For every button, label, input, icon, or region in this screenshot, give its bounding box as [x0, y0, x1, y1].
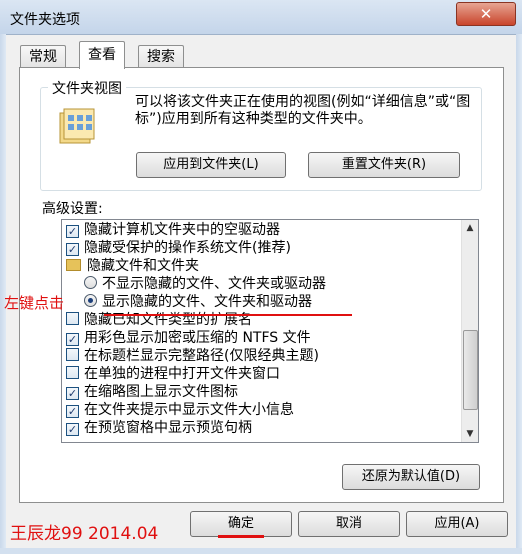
watermark: 王辰龙99 2014.04	[10, 524, 159, 544]
annotation-left-click: 左键点击	[4, 294, 65, 312]
annotation-underline	[104, 314, 352, 316]
window-border-right	[516, 34, 522, 554]
ok-button[interactable]: 确定	[190, 511, 292, 537]
list-item-label: 在文件夹提示中显示文件大小信息	[84, 402, 294, 418]
list-item[interactable]: ✓ 隐藏受保护的操作系统文件(推荐)	[66, 240, 291, 257]
list-item[interactable]: 在单独的进程中打开文件夹窗口	[66, 366, 280, 383]
list-item-label: 在标题栏显示完整路径(仅限经典主题)	[84, 348, 319, 364]
checkbox[interactable]	[66, 366, 79, 379]
list-item: 隐藏文件和文件夹	[66, 258, 199, 275]
tab-general[interactable]: 常规	[20, 45, 66, 68]
list-scrollbar[interactable]: ▲ ▼	[461, 220, 478, 442]
list-item-label: 用彩色显示加密或压缩的 NTFS 文件	[84, 330, 311, 346]
window-border-bottom	[0, 548, 522, 554]
folder-icon	[66, 259, 81, 271]
checkbox[interactable]: ✓	[66, 387, 79, 400]
list-item-label: 显示隐藏的文件、文件夹和驱动器	[102, 294, 312, 310]
apply-to-folders-button[interactable]: 应用到文件夹(L)	[136, 152, 286, 178]
checkbox[interactable]: ✓	[66, 243, 79, 256]
checkbox[interactable]: ✓	[66, 423, 79, 436]
advanced-settings-label: 高级设置:	[42, 201, 103, 217]
list-item-label: 隐藏文件和文件夹	[87, 258, 199, 274]
list-item[interactable]: ✓ 在文件夹提示中显示文件大小信息	[66, 402, 294, 419]
cancel-button[interactable]: 取消	[298, 511, 400, 537]
checkbox[interactable]: ✓	[66, 333, 79, 346]
list-item-label: 在缩略图上显示文件图标	[84, 384, 238, 400]
list-item-label: 不显示隐藏的文件、文件夹或驱动器	[102, 276, 326, 292]
list-item[interactable]: 在标题栏显示完整路径(仅限经典主题)	[66, 348, 319, 365]
scroll-up-icon[interactable]: ▲	[462, 220, 478, 236]
folder-view-icon	[58, 107, 96, 147]
list-item-label: 在预览窗格中显示预览句柄	[84, 420, 252, 436]
checkbox[interactable]	[66, 312, 79, 325]
tab-view[interactable]: 查看	[79, 41, 125, 69]
list-item[interactable]: ✓ 隐藏计算机文件夹中的空驱动器	[66, 222, 280, 239]
radio-button-selected[interactable]	[84, 294, 97, 307]
folder-view-description: 可以将该文件夹正在使用的视图(例如“详细信息”或“图标”)应用到所有这种类型的文…	[135, 94, 471, 127]
restore-defaults-button[interactable]: 还原为默认值(D)	[342, 464, 480, 490]
tab-search[interactable]: 搜索	[138, 45, 184, 68]
list-item[interactable]: ✓ 在预览窗格中显示预览句柄	[66, 420, 252, 437]
window-title: 文件夹选项	[10, 12, 80, 28]
reset-folders-button[interactable]: 重置文件夹(R)	[308, 152, 460, 178]
close-button[interactable]: ✕	[456, 2, 516, 26]
advanced-settings-list[interactable]: ✓ 隐藏计算机文件夹中的空驱动器 ✓ 隐藏受保护的操作系统文件(推荐) 隐藏文件和文…	[61, 219, 479, 443]
list-item[interactable]: ✓ 在缩略图上显示文件图标	[66, 384, 238, 401]
list-item[interactable]: 显示隐藏的文件、文件夹和驱动器	[84, 294, 312, 311]
list-item-label: 在单独的进程中打开文件夹窗口	[84, 366, 280, 382]
list-item[interactable]: 不显示隐藏的文件、文件夹或驱动器	[84, 276, 326, 293]
checkbox[interactable]: ✓	[66, 405, 79, 418]
list-item[interactable]: ✓ 用彩色显示加密或压缩的 NTFS 文件	[66, 330, 311, 347]
folder-view-legend: 文件夹视图	[48, 78, 126, 98]
checkbox[interactable]	[66, 348, 79, 361]
list-item-label: 隐藏受保护的操作系统文件(推荐)	[84, 240, 291, 256]
radio-button[interactable]	[84, 276, 97, 289]
checkbox[interactable]: ✓	[66, 225, 79, 238]
scroll-thumb[interactable]	[463, 330, 478, 410]
scroll-down-icon[interactable]: ▼	[462, 426, 478, 442]
apply-button[interactable]: 应用(A)	[406, 511, 508, 537]
title-bar: 文件夹选项 ✕	[0, 0, 522, 35]
list-item-label: 隐藏计算机文件夹中的空驱动器	[84, 222, 280, 238]
annotation-ok-underline	[218, 535, 264, 538]
